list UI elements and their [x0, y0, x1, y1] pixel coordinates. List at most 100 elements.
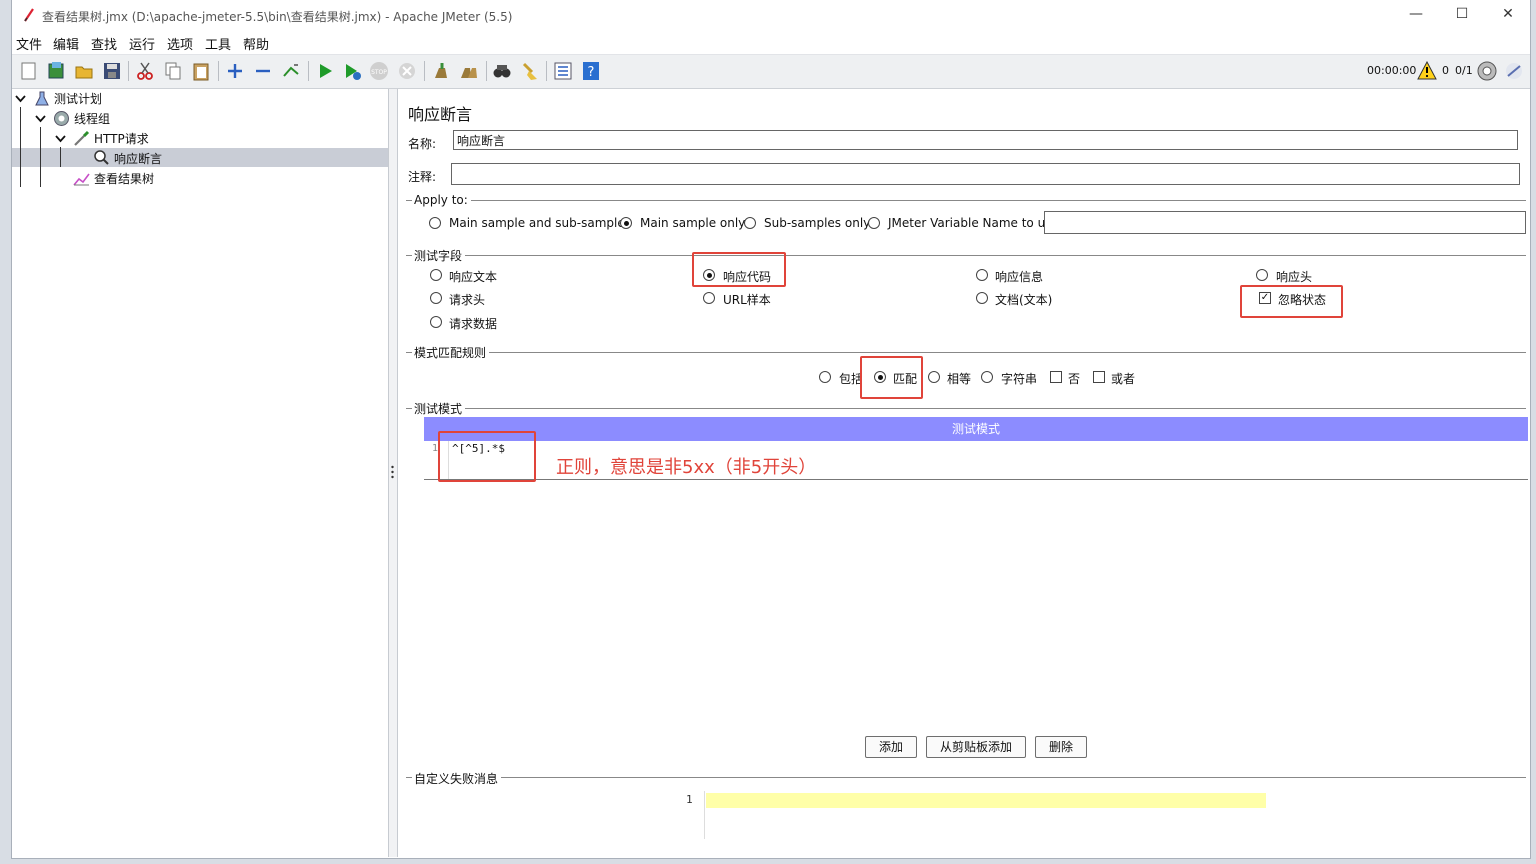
start-icon[interactable] — [314, 60, 336, 82]
svg-text:?: ? — [588, 65, 595, 80]
menu-search[interactable]: 查找 — [91, 34, 117, 53]
radio-sub-only[interactable] — [744, 217, 756, 229]
or-checkbox[interactable] — [1093, 371, 1105, 383]
jmeter-variable-input[interactable] — [1044, 211, 1526, 234]
save-icon[interactable] — [101, 60, 123, 82]
reset-search-icon[interactable] — [519, 60, 541, 82]
menu-help[interactable]: 帮助 — [243, 34, 269, 53]
comment-field[interactable] — [451, 163, 1520, 185]
option-response-text-label: 响应文本 — [449, 270, 498, 284]
templates-icon[interactable] — [45, 60, 67, 82]
radio-response-headers[interactable] — [1256, 269, 1268, 281]
collapse-all-icon[interactable] — [252, 60, 274, 82]
menu-run[interactable]: 运行 — [129, 34, 155, 53]
warning-icon[interactable] — [1417, 61, 1437, 80]
stop-icon[interactable]: STOP — [368, 60, 390, 82]
start-no-pauses-icon[interactable] — [341, 60, 363, 82]
menu-bar: 文件 编辑 查找 运行 选项 工具 帮助 — [12, 31, 1530, 53]
apply-to-divider — [406, 200, 1526, 201]
menu-file[interactable]: 文件 — [16, 34, 42, 53]
tree-item-test-plan[interactable]: 测试计划 — [54, 89, 102, 109]
option-url-sampled-label: URL样本 — [723, 293, 771, 307]
menu-tools[interactable]: 工具 — [205, 34, 231, 53]
chevron-down-icon[interactable] — [15, 93, 26, 104]
field-to-test-label: 测试字段 — [412, 247, 466, 264]
open-icon[interactable] — [73, 60, 95, 82]
log-viewer-icon[interactable] — [1503, 60, 1525, 82]
radio-main-and-sub[interactable] — [429, 217, 441, 229]
split-divider[interactable] — [389, 89, 398, 857]
menu-edit[interactable]: 编辑 — [53, 34, 79, 53]
splitter-grip-icon — [391, 465, 394, 479]
name-label: 名称: — [408, 137, 437, 151]
function-helper-icon[interactable] — [552, 60, 574, 82]
shutdown-icon[interactable] — [396, 60, 418, 82]
failure-line-number: 1 — [686, 793, 693, 806]
radio-equals[interactable] — [928, 371, 940, 383]
radio-document-text[interactable] — [976, 292, 988, 304]
new-icon[interactable] — [18, 60, 40, 82]
cut-icon[interactable] — [134, 60, 156, 82]
radio-response-message[interactable] — [976, 269, 988, 281]
svg-text:STOP: STOP — [371, 69, 387, 76]
patterns-table-header[interactable]: 测试模式 — [424, 417, 1528, 441]
toggle-icon[interactable] — [280, 60, 302, 82]
maximize-button[interactable]: ☐ — [1452, 6, 1472, 22]
radio-response-text[interactable] — [430, 269, 442, 281]
radio-request-data[interactable] — [430, 316, 442, 328]
option-jmeter-variable-label: JMeter Variable Name to use — [888, 216, 1059, 230]
highlight-matches — [860, 356, 923, 399]
window-title: 查看结果树.jmx (D:\apache-jmeter-5.5\bin\查看结果… — [42, 10, 513, 24]
add-button[interactable]: 添加 — [865, 736, 917, 758]
radio-substring[interactable] — [981, 371, 993, 383]
tree-item-view-results-tree[interactable]: 查看结果树 — [94, 169, 154, 189]
not-label: 否 — [1068, 372, 1081, 386]
chevron-down-icon[interactable] — [55, 133, 66, 144]
custom-failure-editor[interactable] — [706, 793, 1266, 808]
chevron-down-icon[interactable] — [35, 113, 46, 124]
menu-options[interactable]: 选项 — [167, 34, 193, 53]
add-from-clipboard-button[interactable]: 从剪贴板添加 — [926, 736, 1026, 758]
name-field[interactable]: 响应断言 — [453, 130, 1518, 150]
radio-jmeter-variable[interactable] — [868, 217, 880, 229]
radio-contains[interactable] — [819, 371, 831, 383]
option-substring-label: 字符串 — [1001, 372, 1038, 386]
assertion-panel: 响应断言 名称: 响应断言 注释: Apply to: Main sample … — [398, 89, 1530, 857]
magnifier-icon — [94, 150, 109, 165]
not-checkbox[interactable] — [1050, 371, 1062, 383]
clear-icon[interactable] — [430, 60, 452, 82]
elapsed-timer: 00:00:00 — [1367, 64, 1417, 77]
panel-title: 响应断言 — [408, 105, 473, 124]
option-main-and-sub-label: Main sample and sub-samples — [449, 216, 631, 230]
pattern-rules-label: 模式匹配规则 — [412, 344, 490, 361]
option-contains-label: 包括 — [839, 372, 861, 386]
option-response-headers-label: 响应头 — [1276, 270, 1313, 284]
or-label: 或者 — [1111, 372, 1136, 386]
radio-request-headers[interactable] — [430, 292, 442, 304]
option-request-data-label: 请求数据 — [449, 317, 498, 331]
option-equals-label: 相等 — [947, 372, 972, 386]
tree-item-thread-group[interactable]: 线程组 — [74, 109, 110, 129]
tree-item-http-request[interactable]: HTTP请求 — [94, 129, 149, 149]
paste-icon[interactable] — [190, 60, 212, 82]
expand-all-icon[interactable] — [224, 60, 246, 82]
radio-main-only[interactable] — [620, 217, 632, 229]
minimize-button[interactable]: — — [1406, 6, 1426, 22]
tree-item-response-assertion[interactable]: 响应断言 — [114, 149, 162, 169]
warning-count: 0 — [1442, 64, 1449, 77]
clear-all-icon[interactable] — [458, 60, 480, 82]
option-request-headers-label: 请求头 — [449, 293, 486, 307]
radio-url-sampled[interactable] — [703, 292, 715, 304]
close-button[interactable]: ✕ — [1498, 6, 1518, 22]
search-icon[interactable] — [491, 60, 513, 82]
pipette-icon — [74, 130, 90, 146]
help-icon[interactable]: ? — [580, 60, 602, 82]
annotation-text: 正则，意思是非5xx（非5开头） — [556, 457, 817, 478]
delete-button[interactable]: 删除 — [1035, 736, 1087, 758]
custom-failure-divider — [406, 777, 1526, 778]
copy-icon[interactable] — [162, 60, 184, 82]
custom-failure-label: 自定义失败消息 — [412, 770, 502, 787]
gear-icon — [54, 111, 69, 126]
title-bar: 查看结果树.jmx (D:\apache-jmeter-5.5\bin\查看结果… — [12, 0, 1530, 31]
apply-to-label: Apply to: — [412, 193, 471, 207]
